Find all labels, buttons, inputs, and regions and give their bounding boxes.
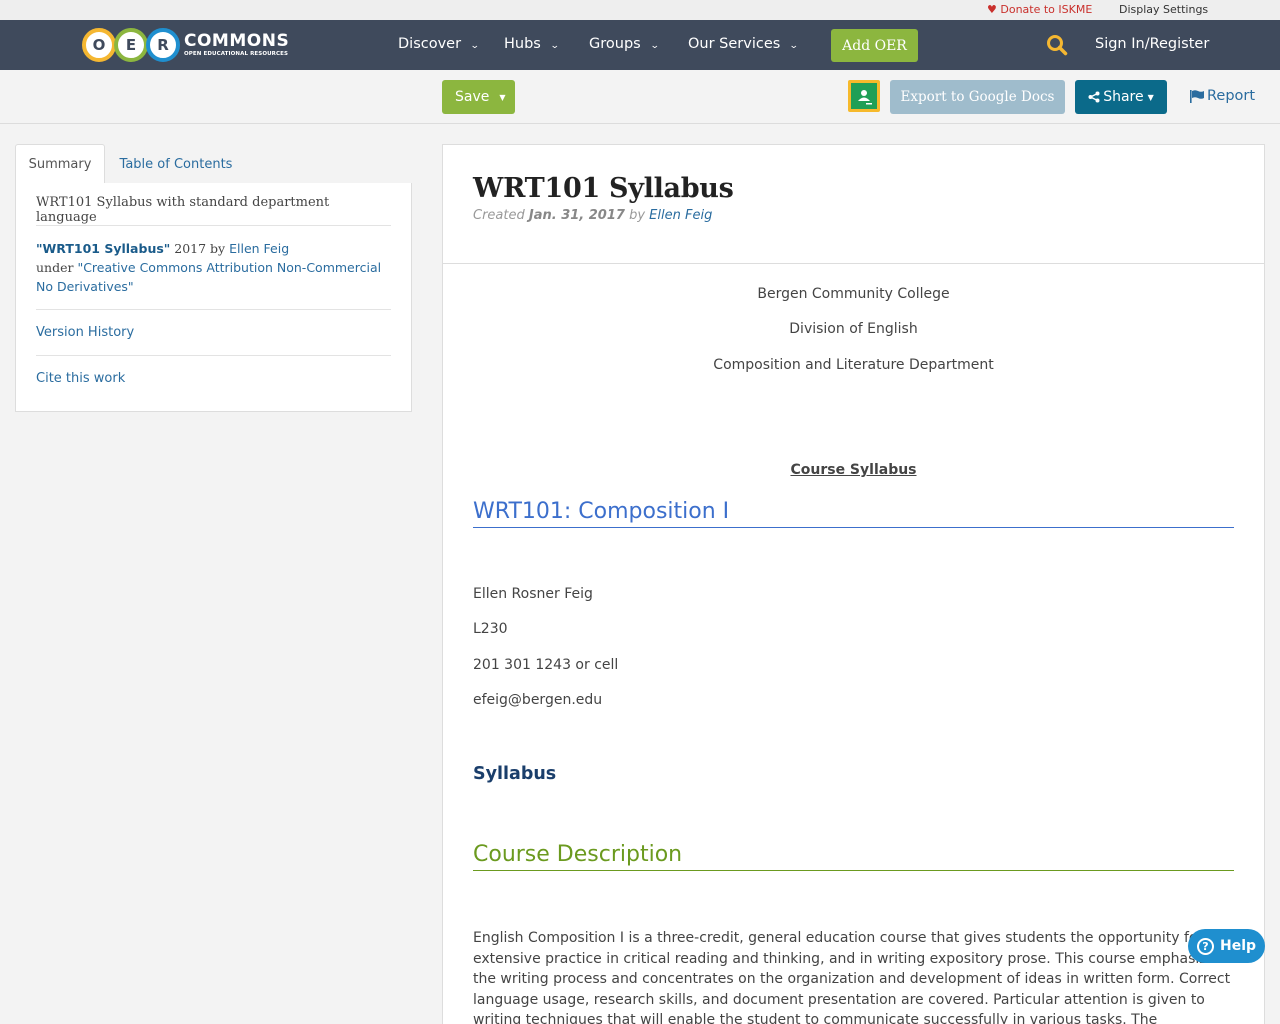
chevron-down-icon: ⌄: [649, 41, 660, 51]
oer-commons-logo[interactable]: O E R COMMONS OPEN EDUCATIONAL RESOURCES: [82, 25, 289, 65]
author-link[interactable]: Ellen Feig: [649, 208, 712, 223]
created-date: Jan. 31, 2017: [528, 208, 625, 223]
logo-title: COMMONS: [184, 30, 290, 51]
attribution-author-link[interactable]: Ellen Feig: [229, 241, 289, 256]
instructor-name: Ellen Rosner Feig: [473, 586, 593, 602]
nav-our-services-label: Our Services: [688, 36, 781, 52]
share-button[interactable]: Share ▼: [1075, 80, 1167, 114]
institution-text: Bergen Community College: [757, 286, 950, 302]
logo-letter-o: O: [82, 28, 116, 62]
logo-text: COMMONS OPEN EDUCATIONAL RESOURCES: [184, 30, 290, 58]
export-to-google-docs-button[interactable]: Export to Google Docs: [890, 80, 1065, 114]
nav-discover-label: Discover: [398, 36, 462, 52]
resource-description: WRT101 Syllabus with standard department…: [36, 183, 391, 226]
email-text: efeig@bergen.edu: [473, 692, 603, 708]
utility-bar: ♥ Donate to ISKME Display Settings: [0, 0, 1280, 20]
nav-groups-label: Groups: [589, 36, 641, 52]
save-button[interactable]: Save ▼: [442, 80, 515, 114]
add-oer-button[interactable]: Add OER: [831, 29, 918, 62]
document-content: WRT101 Syllabus Created Jan. 31, 2017 by…: [442, 144, 1265, 1024]
sidebar-tabs: Summary Table of Contents: [15, 144, 412, 184]
main-navigation: O E R COMMONS OPEN EDUCATIONAL RESOURCES…: [0, 20, 1280, 70]
version-history-link[interactable]: Version History: [36, 310, 391, 356]
heart-icon: ♥: [987, 3, 997, 16]
course-description-text: English Composition I is a three-credit,…: [473, 930, 1231, 1024]
caret-down-icon: ▼: [499, 92, 506, 102]
summary-panel: WRT101 Syllabus with standard department…: [15, 183, 412, 412]
report-link[interactable]: Report: [1190, 88, 1255, 104]
tab-table-of-contents[interactable]: Table of Contents: [107, 144, 245, 184]
attribution-year: 2017 by: [170, 241, 230, 256]
course-heading: WRT101: Composition I: [473, 498, 1234, 528]
logo-subtitle: OPEN EDUCATIONAL RESOURCES: [184, 50, 289, 57]
google-classroom-icon[interactable]: [848, 80, 880, 112]
attribution-under: under: [36, 260, 78, 275]
license-link[interactable]: "Creative Commons Attribution Non-Commer…: [36, 260, 381, 294]
nav-discover[interactable]: Discover ⌄: [398, 36, 480, 52]
search-icon[interactable]: [1046, 34, 1068, 56]
course-description-heading: Course Description: [473, 841, 1234, 871]
syllabus-heading: Syllabus: [473, 764, 557, 784]
flag-icon: [1190, 89, 1204, 103]
phone-text: 201 301 1243 or cell: [473, 657, 619, 673]
by-label: by: [624, 208, 650, 223]
attribution-title-link[interactable]: "WRT101 Syllabus": [36, 241, 170, 256]
document-meta: Created Jan. 31, 2017 by Ellen Feig: [473, 208, 1264, 223]
save-label: Save: [455, 89, 490, 105]
nav-hubs[interactable]: Hubs ⌄: [504, 36, 560, 52]
donate-label: Donate to ISKME: [1000, 3, 1093, 16]
attribution: "WRT101 Syllabus" 2017 by Ellen Feig und…: [36, 226, 391, 310]
office-text: L230: [473, 621, 508, 637]
nav-groups[interactable]: Groups ⌄: [589, 36, 660, 52]
sign-in-register-link[interactable]: Sign In/Register: [1095, 36, 1209, 52]
chevron-down-icon: ⌄: [789, 41, 800, 51]
display-settings-link[interactable]: Display Settings: [1119, 3, 1208, 16]
cite-this-work-link[interactable]: Cite this work: [36, 356, 391, 402]
division-text: Division of English: [789, 321, 918, 337]
created-label: Created: [473, 208, 529, 223]
share-icon: [1088, 91, 1100, 103]
chevron-down-icon: ⌄: [549, 41, 560, 51]
report-label: Report: [1207, 88, 1256, 104]
document-title: WRT101 Syllabus: [473, 173, 734, 204]
course-syllabus-label: Course Syllabus: [790, 462, 917, 478]
help-label: Help: [1220, 938, 1257, 954]
logo-letter-e: E: [114, 28, 148, 62]
question-icon: ?: [1197, 937, 1214, 955]
tab-summary[interactable]: Summary: [15, 144, 105, 184]
nav-hubs-label: Hubs: [504, 36, 541, 52]
help-button[interactable]: ? Help: [1188, 929, 1265, 963]
document-header: WRT101 Syllabus Created Jan. 31, 2017 by…: [443, 145, 1264, 264]
caret-down-icon: ▼: [1147, 92, 1154, 102]
department-text: Composition and Literature Department: [713, 357, 994, 373]
chevron-down-icon: ⌄: [469, 41, 480, 51]
logo-letter-r: R: [146, 28, 180, 62]
donate-link[interactable]: ♥ Donate to ISKME: [987, 3, 1092, 16]
resource-action-bar: Save ▼ Export to Google Docs Share ▼ Rep…: [0, 70, 1280, 124]
nav-our-services[interactable]: Our Services ⌄: [688, 36, 800, 52]
share-label: Share: [1103, 89, 1144, 105]
